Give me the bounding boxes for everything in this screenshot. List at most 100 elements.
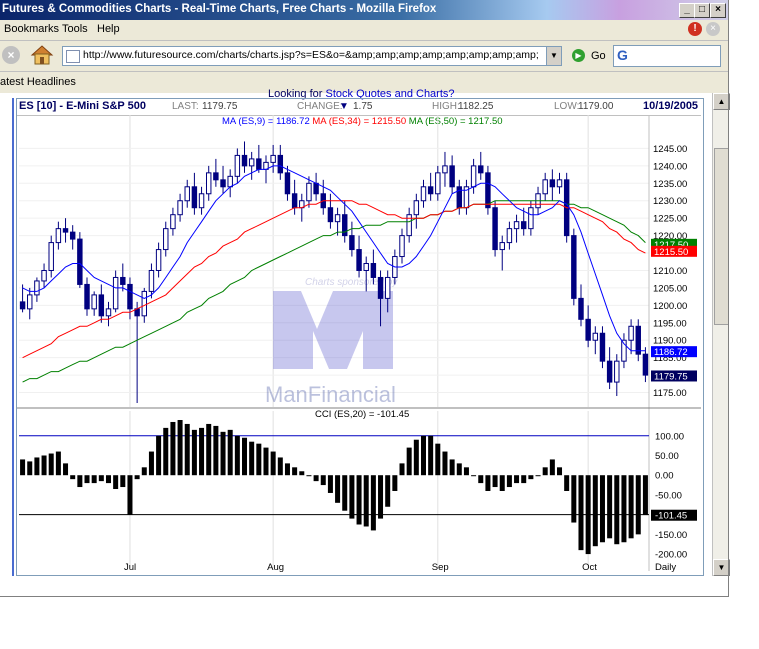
go-button[interactable]: Go [591, 50, 606, 62]
candle-body-27 [213, 172, 219, 181]
candle-body-55 [413, 200, 420, 216]
go-icon[interactable]: ▶ [572, 49, 585, 62]
cci-bar-56 [420, 435, 426, 476]
candle-body-64 [478, 165, 484, 174]
candle-body-11 [98, 294, 105, 317]
stop-icon[interactable]: × [2, 46, 20, 64]
candle-body-21 [170, 214, 176, 230]
last-value: 1179.75 [202, 101, 238, 112]
cci-bar-15 [127, 475, 133, 515]
price-tick-label-12: 1235.00 [653, 179, 687, 190]
candle-body-4 [48, 242, 54, 271]
cci-bar-12 [105, 475, 111, 484]
cci-bar-71 [528, 475, 534, 480]
cci-bar-66 [492, 475, 498, 488]
cci-tick-label-1: 50.00 [655, 451, 679, 462]
candle-body-60 [449, 165, 455, 188]
candle-body-70 [520, 221, 527, 230]
candle-body-14 [120, 276, 126, 285]
menu-bookmarks[interactable]: Bookmarks [4, 23, 59, 35]
candle-body-77 [571, 235, 577, 299]
candle-body-1 [27, 294, 33, 310]
price-tick-label-6: 1205.00 [653, 283, 687, 294]
cci-bar-36 [277, 457, 283, 476]
cci-bar-79 [585, 475, 591, 555]
cci-bar-84 [621, 475, 627, 543]
cci-bar-58 [435, 443, 441, 476]
cci-label: CCI (ES,20) = -101.45 [315, 409, 409, 420]
close-tab-icon[interactable]: × [706, 22, 720, 36]
cci-bar-45 [342, 475, 348, 511]
cci-bar-52 [392, 475, 398, 491]
candle-body-86 [635, 325, 641, 355]
cci-bar-32 [249, 441, 255, 476]
cci-tick-label-0: 100.00 [655, 431, 684, 442]
cci-bar-18 [148, 451, 154, 476]
cci-tick-label-6: -200.00 [655, 550, 687, 561]
candle-body-37 [284, 172, 291, 195]
cci-bar-67 [499, 475, 505, 491]
chart-symbol: ES [10] - E-Mini S&P 500 [19, 100, 146, 112]
window-title-bar[interactable]: Futures & Commodities Charts - Real-Time… [0, 0, 729, 20]
cci-bar-34 [263, 447, 269, 476]
candle-body-79 [585, 318, 591, 341]
url-dropdown-button[interactable]: ▼ [546, 47, 561, 65]
cci-tag: -101.45 [655, 511, 687, 522]
url-text[interactable]: http://www.futuresource.com/charts/chart… [83, 49, 538, 61]
page-scrollbar[interactable]: ▲ ▼ [712, 93, 730, 576]
price-tick-label-14: 1245.00 [653, 144, 687, 155]
cci-bar-37 [284, 463, 290, 476]
candle-body-50 [377, 276, 384, 299]
google-search-icon: G [617, 47, 628, 63]
close-window-button[interactable]: × [710, 3, 726, 18]
date-label-4: Daily [655, 562, 676, 573]
page-icon [66, 50, 80, 63]
minimize-button[interactable]: _ [679, 3, 695, 18]
cci-bar-29 [227, 429, 233, 476]
candle-body-29 [227, 175, 233, 188]
date-label-3: Oct [582, 562, 597, 573]
scroll-thumb[interactable] [714, 148, 729, 325]
home-icon[interactable] [30, 44, 54, 66]
candle-body-10 [91, 294, 97, 310]
cci-bar-43 [327, 475, 333, 493]
stop-loading-icon[interactable]: ! [688, 22, 702, 36]
chart-date: 10/19/2005 [643, 100, 699, 112]
cci-bar-35 [270, 451, 276, 476]
cci-bar-54 [406, 447, 412, 476]
cci-tick-label-3: -50.00 [655, 490, 682, 501]
cci-bar-44 [335, 475, 341, 503]
candle-body-5 [55, 228, 62, 244]
candle-body-7 [69, 231, 76, 240]
cci-bar-60 [449, 459, 455, 476]
candle-body-59 [442, 165, 448, 174]
bookmark-latest-headlines[interactable]: atest Headlines [0, 76, 76, 88]
candle-body-18 [148, 269, 155, 292]
menu-help[interactable]: Help [97, 23, 120, 35]
cci-bar-51 [385, 475, 391, 507]
cci-bar-8 [77, 475, 83, 488]
left-frame [0, 98, 14, 576]
cci-bar-28 [220, 431, 226, 476]
navigation-toolbar: × http://www.futuresource.com/charts/cha… [0, 41, 729, 72]
menu-tools[interactable]: Tools [62, 23, 88, 35]
candle-body-74 [549, 179, 556, 188]
candle-body-0 [19, 301, 26, 310]
price-tag-1: 1215.50 [654, 247, 688, 258]
price-chart[interactable]: Charts sponsored by ManFinancial 1175.00… [17, 115, 701, 573]
candle-body-13 [112, 276, 119, 310]
address-bar[interactable]: http://www.futuresource.com/charts/chart… [62, 46, 562, 66]
maximize-button[interactable]: □ [694, 3, 710, 18]
candle-body-73 [542, 179, 548, 195]
cci-bar-68 [506, 475, 512, 488]
candle-body-35 [270, 154, 276, 163]
window-title: Futures & Commodities Charts - Real-Time… [2, 3, 437, 15]
chart-header: ES [10] - E-Mini S&P 500 LAST: 1179.75 C… [17, 99, 701, 116]
search-box[interactable]: G [613, 45, 721, 67]
cci-bar-63 [471, 475, 477, 477]
candle-body-2 [34, 280, 40, 296]
change-down-arrow-icon: ▼ [339, 101, 349, 112]
cci-bar-11 [98, 475, 104, 482]
price-tag-3: 1179.75 [654, 371, 688, 382]
candle-body-53 [399, 235, 405, 258]
